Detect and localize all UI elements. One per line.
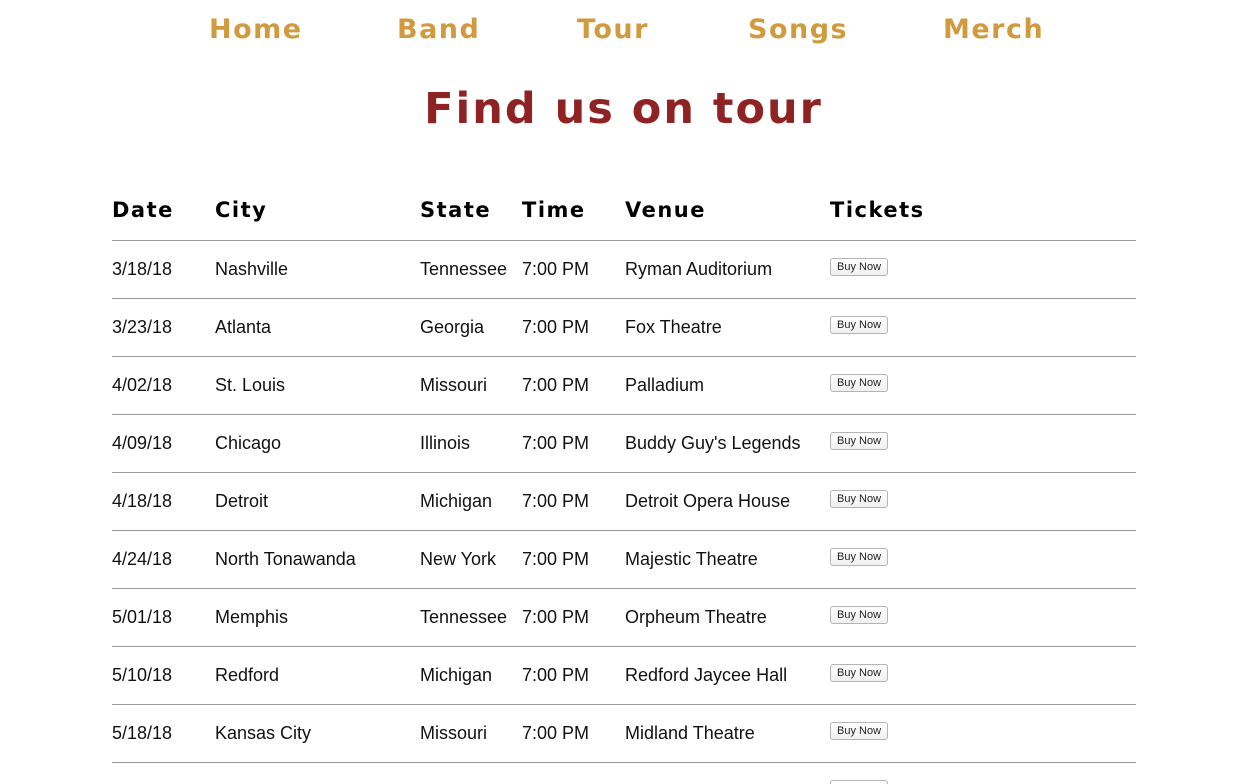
cell-date: [112, 762, 215, 784]
cell-tickets: Buy Now: [830, 414, 1136, 473]
buy-now-button[interactable]: Buy Now: [830, 490, 889, 508]
header-tickets: Tickets: [830, 180, 1136, 241]
cell-venue: [625, 762, 830, 784]
cell-city: St. Louis: [215, 356, 420, 415]
cell-tickets: Buy Now: [830, 530, 1136, 589]
header-city: City: [215, 180, 420, 241]
cell-venue: Palladium: [625, 356, 830, 415]
cell-state: Michigan: [420, 472, 522, 531]
cell-city: [215, 762, 420, 784]
cell-state: [420, 762, 522, 784]
buy-now-button[interactable]: Buy Now: [830, 722, 889, 740]
cell-tickets: Buy Now: [830, 472, 1136, 531]
main-nav: Home Band Tour Songs Merch: [0, 0, 1247, 60]
cell-date: 3/18/18: [112, 240, 215, 299]
cell-state: Missouri: [420, 704, 522, 763]
cell-time: 7:00 PM: [522, 414, 625, 473]
table-row: 5/01/18 Memphis Tennessee 7:00 PM Orpheum Th…: [112, 588, 1136, 647]
cell-state: New York: [420, 530, 522, 589]
cell-venue: Orpheum Theatre: [625, 588, 830, 647]
cell-time: 7:00 PM: [522, 240, 625, 299]
nav-merch-link[interactable]: Merch: [943, 12, 1044, 48]
table-row: 4/18/18 Detroit Michigan 7:00 PM Detroit Ope…: [112, 472, 1136, 531]
cell-date: 4/18/18: [112, 472, 215, 531]
header-row: Date City State Time Venue Tickets: [112, 180, 1136, 241]
cell-tickets: Buy Now: [830, 704, 1136, 763]
cell-time: 7:00 PM: [522, 356, 625, 415]
cell-state: Michigan: [420, 646, 522, 705]
table-row: 4/02/18 St. Louis Missouri 7:00 PM Palladium…: [112, 356, 1136, 415]
table-body: 3/18/18 Nashville Tennessee 7:00 PM Ryman Au…: [112, 240, 1136, 784]
nav-tour-link[interactable]: Tour: [577, 12, 649, 48]
tour-dates-table: Date City State Time Venue Tickets 3/18/…: [112, 180, 1136, 784]
table-row: 5/18/18 Kansas City Missouri 7:00 PM Midland…: [112, 704, 1136, 763]
cell-time: 7:00 PM: [522, 530, 625, 589]
nav-home-link[interactable]: Home: [209, 12, 303, 48]
cell-time: 7:00 PM: [522, 472, 625, 531]
cell-time: 7:00 PM: [522, 588, 625, 647]
cell-state: Illinois: [420, 414, 522, 473]
cell-venue: Majestic Theatre: [625, 530, 830, 589]
cell-venue: Midland Theatre: [625, 704, 830, 763]
table-header: Date City State Time Venue Tickets: [112, 180, 1136, 241]
cell-city: Memphis: [215, 588, 420, 647]
nav-songs-link[interactable]: Songs: [748, 12, 848, 48]
page-title: Find us on tour: [424, 84, 823, 134]
cell-venue: Buddy Guy's Legends: [625, 414, 830, 473]
cell-venue: Detroit Opera House: [625, 472, 830, 531]
cell-tickets: Buy Now: [830, 762, 1136, 784]
cell-venue: Ryman Auditorium: [625, 240, 830, 299]
cell-time: 7:00 PM: [522, 298, 625, 357]
cell-venue: Redford Jaycee Hall: [625, 646, 830, 705]
buy-now-button[interactable]: Buy Now: [830, 258, 889, 276]
cell-time: [522, 762, 625, 784]
buy-now-button[interactable]: Buy Now: [830, 316, 889, 334]
cell-city: Kansas City: [215, 704, 420, 763]
cell-state: Tennessee: [420, 588, 522, 647]
cell-city: Redford: [215, 646, 420, 705]
header-venue: Venue: [625, 180, 830, 241]
cell-city: North Tonawanda: [215, 530, 420, 589]
cell-date: 5/01/18: [112, 588, 215, 647]
header-state: State: [420, 180, 522, 241]
cell-time: 7:00 PM: [522, 704, 625, 763]
cell-city: Chicago: [215, 414, 420, 473]
cell-date: 4/24/18: [112, 530, 215, 589]
cell-date: 5/10/18: [112, 646, 215, 705]
cell-tickets: Buy Now: [830, 356, 1136, 415]
table-row: 3/18/18 Nashville Tennessee 7:00 PM Ryman Au…: [112, 240, 1136, 299]
cell-state: Georgia: [420, 298, 522, 357]
table-row: 5/10/18 Redford Michigan 7:00 PM Redford Jay…: [112, 646, 1136, 705]
table-row: 4/09/18 Chicago Illinois 7:00 PM Buddy Guy's…: [112, 414, 1136, 473]
buy-now-button[interactable]: Buy Now: [830, 606, 889, 624]
cell-date: 5/18/18: [112, 704, 215, 763]
cell-date: 3/23/18: [112, 298, 215, 357]
header-date: Date: [112, 180, 215, 241]
table-row: 4/24/18 North Tonawanda New York 7:00 PM Maj…: [112, 530, 1136, 589]
cell-tickets: Buy Now: [830, 240, 1136, 299]
nav-band-link[interactable]: Band: [397, 12, 480, 48]
cell-tickets: Buy Now: [830, 588, 1136, 647]
cell-tickets: Buy Now: [830, 646, 1136, 705]
cell-date: 4/02/18: [112, 356, 215, 415]
buy-now-button[interactable]: Buy Now: [830, 374, 889, 392]
header-time: Time: [522, 180, 625, 241]
buy-now-button[interactable]: Buy Now: [830, 664, 889, 682]
cell-state: Tennessee: [420, 240, 522, 299]
buy-now-button[interactable]: Buy Now: [830, 432, 889, 450]
cell-venue: Fox Theatre: [625, 298, 830, 357]
table-row: 3/23/18 Atlanta Georgia 7:00 PM Fox Theatre B…: [112, 298, 1136, 357]
cell-date: 4/09/18: [112, 414, 215, 473]
cell-city: Nashville: [215, 240, 420, 299]
cell-time: 7:00 PM: [522, 646, 625, 705]
buy-now-button[interactable]: Buy Now: [830, 780, 889, 784]
cell-city: Atlanta: [215, 298, 420, 357]
cell-state: Missouri: [420, 356, 522, 415]
table-row: Buy Now: [112, 762, 1136, 784]
cell-tickets: Buy Now: [830, 298, 1136, 357]
buy-now-button[interactable]: Buy Now: [830, 548, 889, 566]
cell-city: Detroit: [215, 472, 420, 531]
